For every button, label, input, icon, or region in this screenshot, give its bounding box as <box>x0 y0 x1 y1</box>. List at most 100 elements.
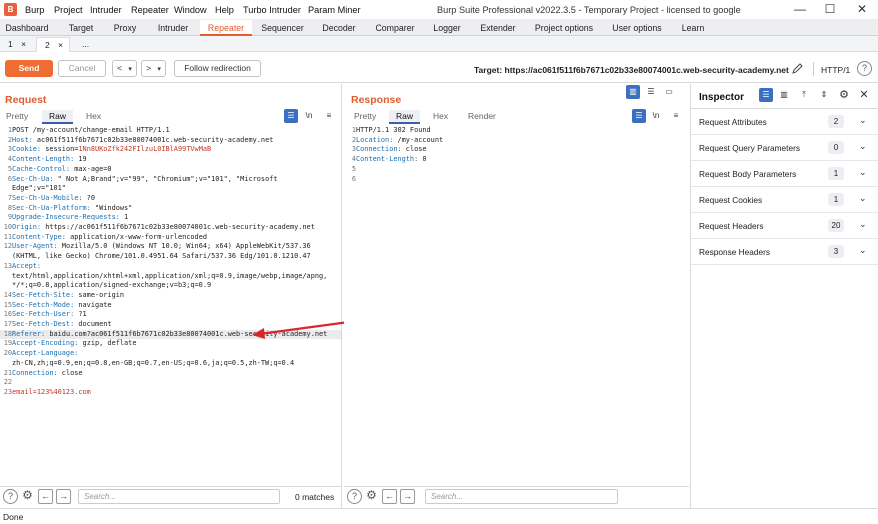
tab-repeater[interactable]: Repeater <box>200 20 252 36</box>
http-version-selector[interactable]: HTTP/1 <box>821 65 850 75</box>
tab-target[interactable]: Target <box>58 20 104 36</box>
follow-redirection-button[interactable]: Follow redirection <box>174 60 261 77</box>
tab-decoder[interactable]: Decoder <box>316 20 362 36</box>
align-top-icon[interactable]: ⤒ <box>797 88 811 102</box>
next-match-icon[interactable]: → <box>56 489 71 504</box>
tab-render[interactable]: Render <box>468 110 496 124</box>
menu-project[interactable]: Project <box>54 5 83 15</box>
header-name: Sec-Ch-Ua-Mobile: <box>12 193 83 202</box>
newline-toggle-icon[interactable]: \n <box>302 109 316 123</box>
inspector-row-request-query-parameters[interactable]: Request Query Parameters 0 ⌄ <box>691 135 878 161</box>
line-content: Connection: close <box>356 145 427 155</box>
layout-split-vertical-icon[interactable]: ☰ <box>644 85 658 99</box>
menu-burp[interactable]: Burp <box>25 5 44 15</box>
tab-hex[interactable]: Hex <box>433 110 448 124</box>
layout-columns-icon[interactable]: ▥ <box>777 88 791 102</box>
line-number: 5 <box>351 164 356 173</box>
match-count: 0 matches <box>295 492 335 502</box>
line-number: 1 <box>351 126 356 134</box>
line-content: Sec-Ch-Ua-Platform: "Windows" <box>12 204 132 214</box>
editor-line: 7 Sec-Ch-Ua-Mobile: ?0 <box>0 194 341 204</box>
options-menu-icon[interactable]: ≡ <box>669 109 683 123</box>
gear-icon[interactable]: ⚙ <box>20 489 35 504</box>
cancel-button[interactable]: Cancel <box>58 60 106 77</box>
inspector-row-label: Request Attributes <box>699 117 767 127</box>
help-icon[interactable]: ? <box>3 489 18 504</box>
close-tab-icon[interactable]: × <box>58 40 63 50</box>
inspector-row-label: Response Headers <box>699 247 771 257</box>
tab-pretty[interactable]: Pretty <box>6 110 28 124</box>
inspector-row-request-body-parameters[interactable]: Request Body Parameters 1 ⌄ <box>691 161 878 187</box>
edit-pencil-icon[interactable] <box>791 62 804 75</box>
previous-match-icon[interactable]: ← <box>38 489 53 504</box>
line-number: 11 <box>3 232 12 241</box>
layout-tabs-icon[interactable]: ▭ <box>662 85 676 99</box>
back-button[interactable]: < ▾ <box>112 60 137 77</box>
tab-comparer[interactable]: Comparer <box>368 20 422 36</box>
inspector-row-request-headers[interactable]: Request Headers 20 ⌄ <box>691 213 878 239</box>
line-content: Sec-Fetch-Site: same-origin <box>12 291 124 301</box>
header-value: max-age=0 <box>70 164 112 173</box>
tab-proxy[interactable]: Proxy <box>105 20 145 36</box>
tab-pretty[interactable]: Pretty <box>354 110 376 124</box>
inspector-row-request-attributes[interactable]: Request Attributes 2 ⌄ <box>691 109 878 135</box>
request-search-input[interactable]: Search... <box>78 489 280 504</box>
message-actions-icon[interactable]: ☰ <box>284 109 298 123</box>
next-match-icon[interactable]: → <box>400 489 415 504</box>
response-search-input[interactable]: Search... <box>425 489 618 504</box>
tab-raw[interactable]: Raw <box>389 110 421 124</box>
inspector-row-response-headers[interactable]: Response Headers 3 ⌄ <box>691 239 878 265</box>
layout-list-icon[interactable]: ☰ <box>759 88 773 102</box>
line-number: 20 <box>3 349 12 358</box>
editor-line: 20 Accept-Language: <box>0 349 341 359</box>
repeater-tab-1[interactable]: 1 × <box>0 37 32 52</box>
align-center-icon[interactable]: ⇕ <box>817 88 831 102</box>
chevron-down-icon: ▾ <box>157 66 161 73</box>
message-actions-icon[interactable]: ☰ <box>632 109 646 123</box>
line-content: Location: /my-account <box>356 136 443 146</box>
tab-dashboard[interactable]: Dashboard <box>2 20 52 36</box>
repeater-tab-new[interactable]: ... <box>74 37 104 52</box>
forward-button[interactable]: > ▾ <box>141 60 166 77</box>
options-menu-icon[interactable]: ≡ <box>322 109 336 123</box>
inspector-row-request-cookies[interactable]: Request Cookies 1 ⌄ <box>691 187 878 213</box>
tab-sequencer[interactable]: Sequencer <box>255 20 310 36</box>
menu-intruder[interactable]: Intruder <box>90 5 122 15</box>
minimize-icon[interactable]: — <box>790 2 810 17</box>
close-tab-icon[interactable]: × <box>21 39 26 49</box>
tab-learn[interactable]: Learn <box>674 20 712 36</box>
newline-toggle-icon[interactable]: \n <box>649 109 663 123</box>
menu-repeater[interactable]: Repeater <box>131 5 169 15</box>
menu-window[interactable]: Window <box>174 5 207 15</box>
previous-match-icon[interactable]: ← <box>382 489 397 504</box>
menu-turbo-intruder[interactable]: Turbo Intruder <box>243 5 301 15</box>
tab-hex[interactable]: Hex <box>86 110 101 124</box>
chevron-down-icon: ▾ <box>128 66 132 73</box>
gear-icon[interactable]: ⚙ <box>364 489 379 504</box>
close-icon[interactable]: ✕ <box>852 2 872 17</box>
tab-project-options[interactable]: Project options <box>529 20 599 36</box>
repeater-tab-2[interactable]: 2 × <box>36 37 70 52</box>
gear-icon[interactable]: ⚙ <box>837 88 851 102</box>
line-number: 4 <box>351 155 356 164</box>
menu-help[interactable]: Help <box>215 5 234 15</box>
send-button[interactable]: Send <box>5 60 53 77</box>
tab-raw[interactable]: Raw <box>42 110 74 124</box>
layout-split-horizontal-icon[interactable]: ▥ <box>626 85 640 99</box>
help-icon[interactable]: ? <box>857 61 872 76</box>
header-name: Cookie: <box>12 145 42 154</box>
maximize-icon[interactable]: ☐ <box>820 2 840 17</box>
inspector-row-count: 20 <box>828 219 844 232</box>
tab-intruder[interactable]: Intruder <box>149 20 197 36</box>
tab-user-options[interactable]: User options <box>606 20 668 36</box>
header-name: Sec-Ch-Ua-Platform: <box>12 203 91 212</box>
close-icon[interactable]: ✕ <box>857 88 871 102</box>
tab-logger[interactable]: Logger <box>427 20 467 36</box>
help-icon[interactable]: ? <box>347 489 362 504</box>
inspector-row-label: Request Body Parameters <box>699 169 797 179</box>
menu-param-miner[interactable]: Param Miner <box>308 5 361 15</box>
inspector-row-count: 1 <box>828 167 844 180</box>
tab-extender[interactable]: Extender <box>474 20 522 36</box>
header-value: ac061f511f6b7671c02b33e80074001c.web-sec… <box>32 135 274 144</box>
line-number: 19 <box>3 339 12 348</box>
